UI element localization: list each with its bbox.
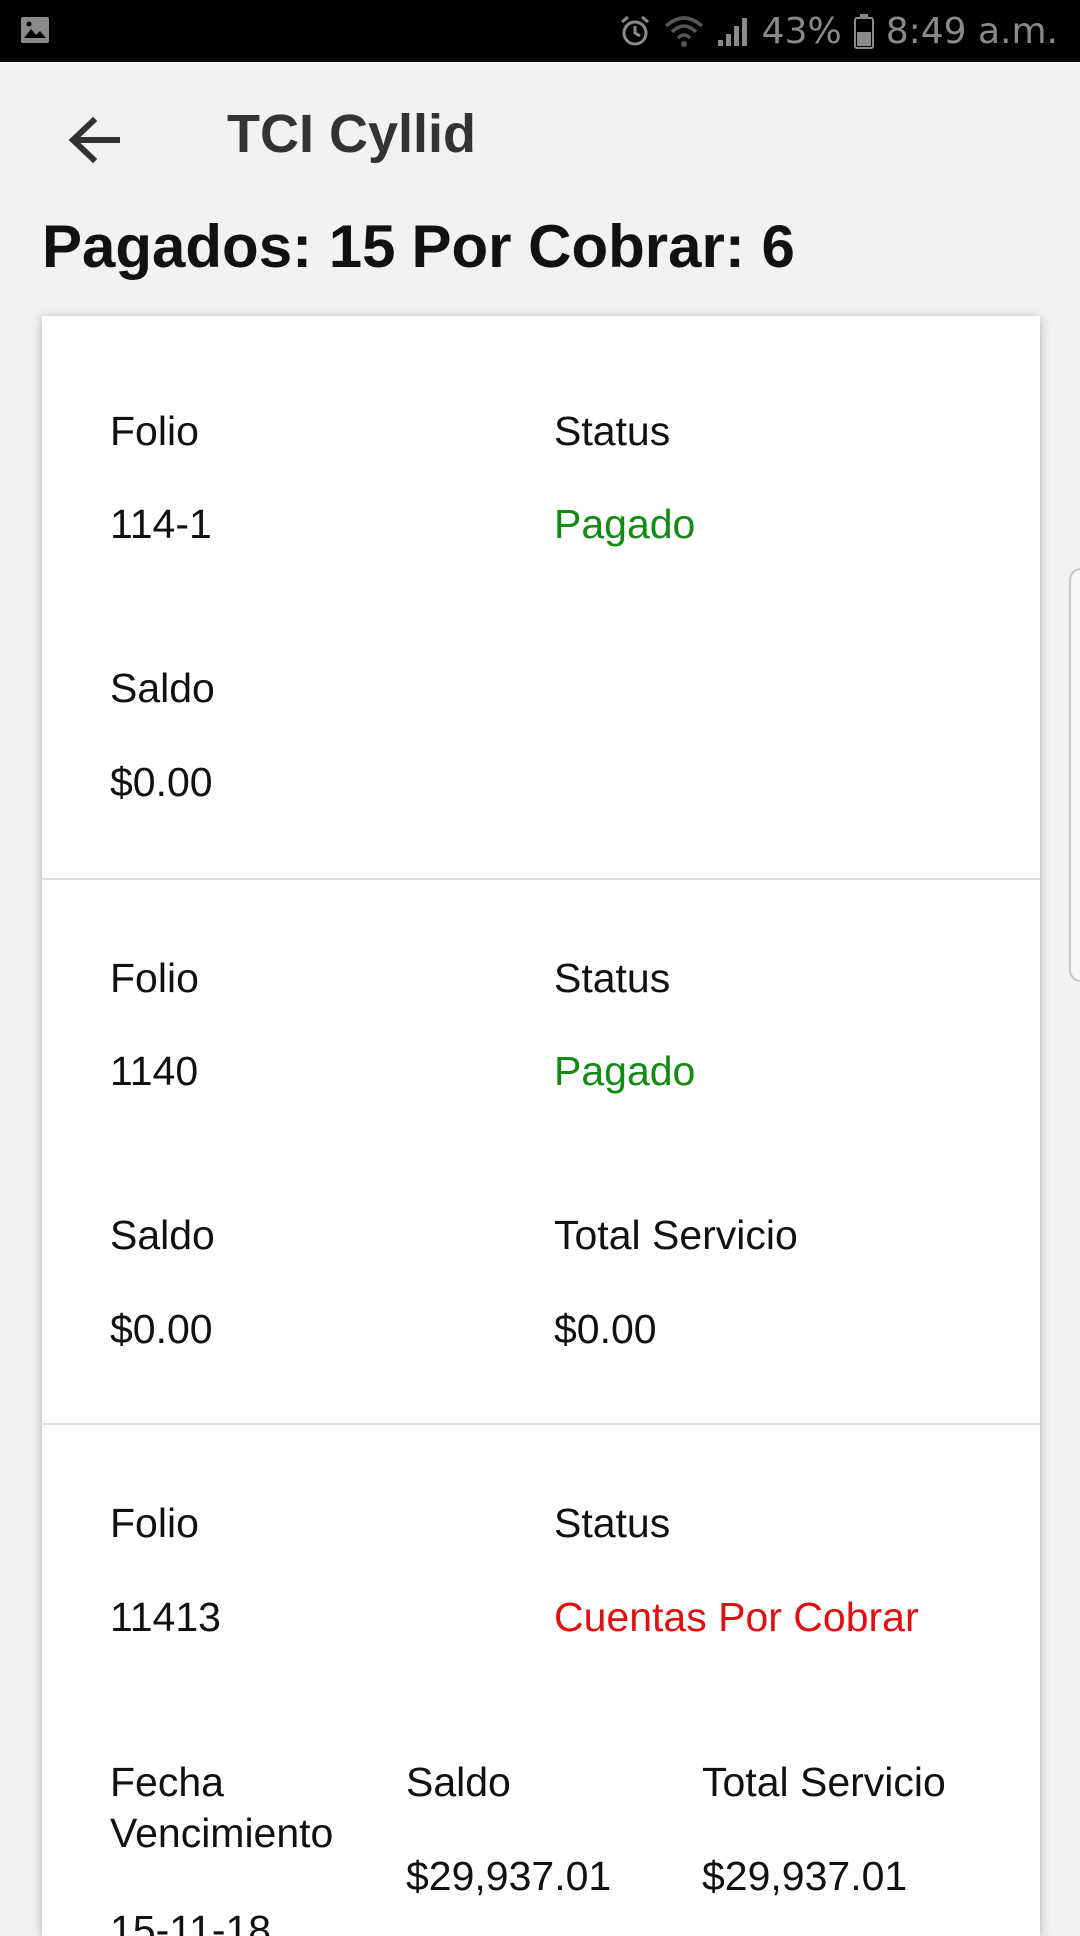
folio-label: Folio bbox=[110, 1500, 199, 1546]
status-bar: 43% 8:49 a.m. bbox=[0, 0, 1080, 62]
status-label: Status bbox=[554, 1500, 671, 1546]
saldo-value: $29,937.01 bbox=[406, 1853, 612, 1899]
summary-heading: Pagados: 15 Por Cobrar: 6 bbox=[42, 212, 795, 281]
scrollbar-thumb[interactable] bbox=[1069, 568, 1080, 982]
battery-percent: 43% bbox=[761, 10, 842, 52]
total-servicio-label: Total Servicio bbox=[702, 1759, 946, 1805]
arrow-left-icon bbox=[68, 116, 120, 164]
alarm-icon bbox=[620, 15, 649, 46]
app-bar: TCI Cyllid bbox=[0, 62, 1080, 210]
folio-value: 114-1 bbox=[110, 501, 212, 547]
records-list[interactable]: Folio 114-1 Status Pagado Saldo $0.00 Fo… bbox=[42, 316, 1040, 1936]
saldo-value: $0.00 bbox=[110, 759, 213, 805]
fecha-vencimiento-value: 15-11-18 bbox=[110, 1907, 272, 1936]
saldo-value: $0.00 bbox=[110, 1306, 213, 1352]
signal-icon bbox=[717, 18, 747, 46]
saldo-label: Saldo bbox=[110, 665, 215, 711]
gallery-notification-icon bbox=[21, 17, 49, 43]
folio-label: Folio bbox=[110, 408, 199, 454]
record-item[interactable]: Folio 1140 Status Pagado Saldo $0.00 Tot… bbox=[42, 880, 1040, 1425]
total-servicio-value: $0.00 bbox=[554, 1306, 657, 1352]
saldo-label: Saldo bbox=[406, 1759, 511, 1805]
page-title: TCI Cyllid bbox=[227, 104, 477, 164]
folio-value: 1140 bbox=[110, 1048, 199, 1094]
status-value: Pagado bbox=[554, 1048, 696, 1094]
fecha-vencimiento-label: Fecha Vencimiento bbox=[110, 1759, 334, 1857]
total-servicio-label: Total Servicio bbox=[554, 1212, 798, 1258]
record-item[interactable]: Folio 11413 Status Cuentas Por Cobrar Fe… bbox=[42, 1425, 1040, 1936]
receivable-count: Por Cobrar: 6 bbox=[411, 213, 795, 280]
record-item[interactable]: Folio 114-1 Status Pagado Saldo $0.00 bbox=[42, 316, 1040, 880]
clock: 8:49 a.m. bbox=[885, 10, 1058, 52]
status-value: Cuentas Por Cobrar bbox=[554, 1594, 919, 1640]
wifi-icon bbox=[664, 16, 703, 47]
paid-count: Pagados: 15 bbox=[42, 213, 396, 280]
saldo-label: Saldo bbox=[110, 1212, 215, 1258]
total-servicio-value: $29,937.01 bbox=[702, 1853, 908, 1899]
status-label: Status bbox=[554, 955, 671, 1001]
status-label: Status bbox=[554, 408, 671, 454]
folio-value: 11413 bbox=[110, 1594, 221, 1640]
back-button[interactable] bbox=[44, 90, 144, 190]
folio-label: Folio bbox=[110, 955, 199, 1001]
battery-icon bbox=[853, 14, 874, 49]
status-value: Pagado bbox=[554, 501, 696, 547]
